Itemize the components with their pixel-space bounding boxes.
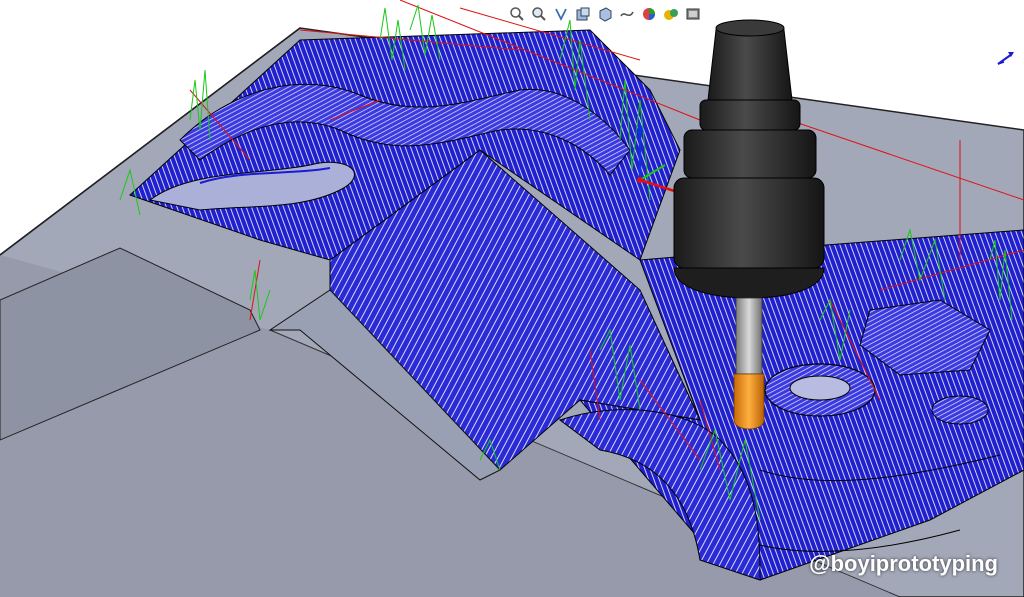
- display-style-icon[interactable]: [618, 5, 636, 23]
- watermark-text: @boyiprototyping: [809, 551, 998, 576]
- hide-show-icon[interactable]: [640, 5, 658, 23]
- edit-appearance-icon[interactable]: [662, 5, 680, 23]
- section-view-icon[interactable]: [574, 5, 592, 23]
- zoom-area-icon[interactable]: [530, 5, 548, 23]
- toolpath-small-pocket: [931, 395, 989, 425]
- tool-shank: [735, 297, 763, 375]
- cam-model-scene[interactable]: [0, 0, 1024, 597]
- tool-holder: [673, 19, 825, 299]
- cutting-tool: [733, 373, 765, 430]
- orientation-triad-icon: [997, 52, 1014, 65]
- previous-view-icon[interactable]: [552, 5, 570, 23]
- zoom-to-fit-icon[interactable]: [508, 5, 526, 23]
- graphics-viewport[interactable]: @boyiprototyping: [0, 0, 1024, 597]
- apply-scene-icon[interactable]: [684, 5, 702, 23]
- view-toolbar: [508, 4, 702, 24]
- view-orientation-icon[interactable]: [596, 5, 614, 23]
